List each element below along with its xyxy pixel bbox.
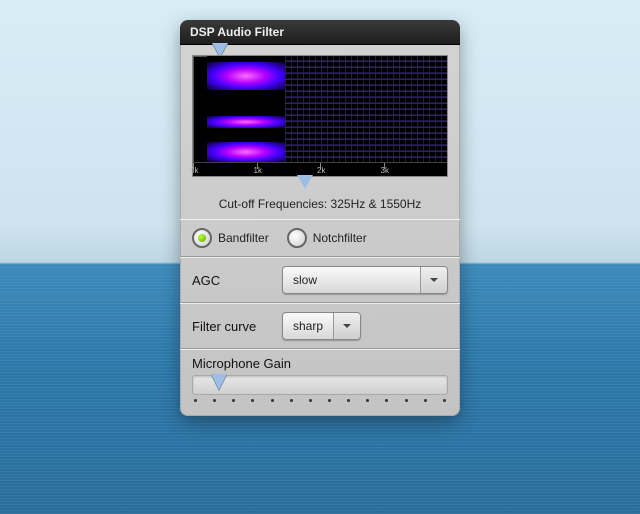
window-title: DSP Audio Filter bbox=[180, 20, 460, 45]
agc-value: slow bbox=[283, 273, 420, 287]
agc-row: AGC slow bbox=[180, 257, 460, 303]
chevron-down-icon bbox=[333, 313, 360, 339]
spectrum-stopband bbox=[285, 56, 447, 176]
dsp-panel: DSP Audio Filter 0k 1k 2k 3k Cut-off Fre… bbox=[180, 20, 460, 416]
mic-gain-ticks bbox=[192, 399, 448, 402]
mic-gain-slider[interactable] bbox=[192, 375, 448, 395]
radio-label: Notchfilter bbox=[313, 231, 367, 245]
radio-bandfilter[interactable]: Bandfilter bbox=[192, 228, 269, 248]
filter-curve-row: Filter curve sharp bbox=[180, 303, 460, 349]
filter-curve-label: Filter curve bbox=[192, 319, 272, 334]
agc-label: AGC bbox=[192, 273, 272, 288]
radio-dot-icon bbox=[287, 228, 307, 248]
radio-notchfilter[interactable]: Notchfilter bbox=[287, 228, 367, 248]
axis-tick: 0k bbox=[190, 166, 198, 175]
radio-label: Bandfilter bbox=[218, 231, 269, 245]
spectrum-passband bbox=[207, 56, 285, 176]
axis-tick: 3k bbox=[381, 166, 389, 175]
agc-dropdown[interactable]: slow bbox=[282, 266, 448, 294]
mic-gain-section: Microphone Gain bbox=[180, 349, 460, 416]
mic-gain-label: Microphone Gain bbox=[192, 356, 448, 371]
filter-curve-value: sharp bbox=[283, 319, 333, 333]
frequency-axis: 0k 1k 2k 3k bbox=[193, 162, 447, 176]
mic-gain-thumb[interactable] bbox=[211, 374, 227, 390]
axis-tick: 1k bbox=[254, 166, 262, 175]
spectrum-section: 0k 1k 2k 3k Cut-off Frequencies: 325Hz &… bbox=[180, 45, 460, 219]
cutoff-readout: Cut-off Frequencies: 325Hz & 1550Hz bbox=[192, 191, 448, 213]
radio-dot-icon bbox=[192, 228, 212, 248]
axis-tick: 2k bbox=[317, 166, 325, 175]
spectrum-display[interactable]: 0k 1k 2k 3k bbox=[192, 55, 448, 177]
filter-curve-dropdown[interactable]: sharp bbox=[282, 312, 361, 340]
filter-type-group: Bandfilter Notchfilter bbox=[180, 219, 460, 257]
chevron-down-icon bbox=[420, 267, 447, 293]
cutoff-high-marker[interactable] bbox=[297, 175, 313, 189]
